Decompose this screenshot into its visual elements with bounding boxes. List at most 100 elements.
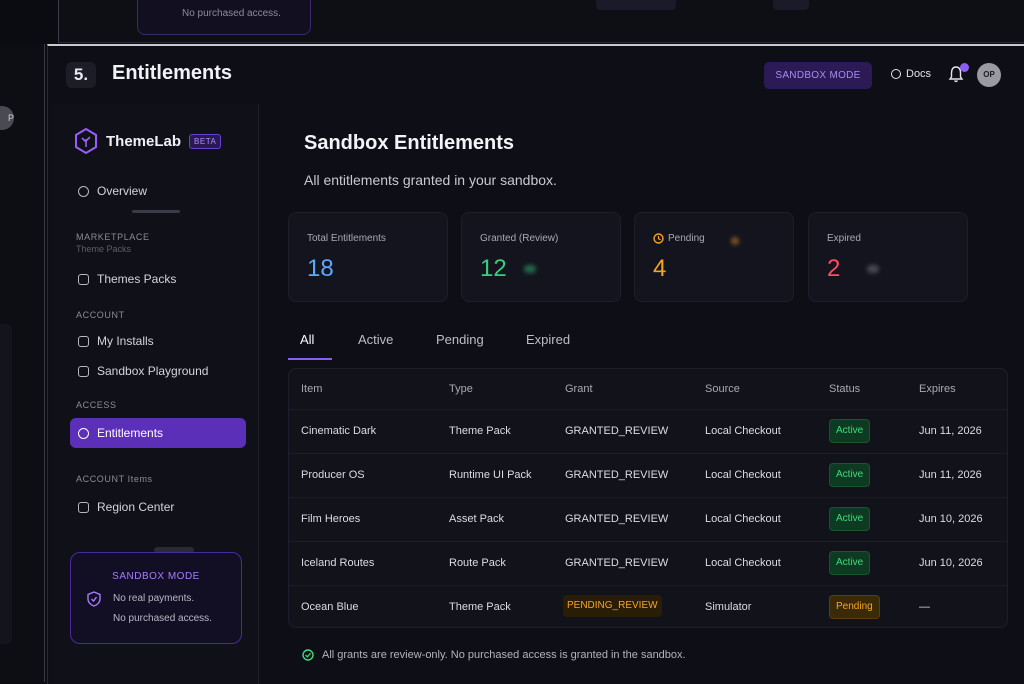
- background-avatar: P: [0, 106, 14, 130]
- cell-type: Route Pack: [449, 557, 506, 569]
- clock-icon: [653, 233, 664, 244]
- page-subtitle: All entitlements granted in your sandbox…: [304, 172, 557, 188]
- cell-expires: Jun 11, 2026: [919, 425, 982, 437]
- sidebar-item-label: Entitlements: [97, 426, 164, 440]
- docs-icon: [891, 69, 901, 79]
- stat-glow: [524, 265, 536, 273]
- stat-value: 4: [653, 255, 667, 282]
- section-account: ACCOUNT: [76, 310, 125, 320]
- background-sandbox-card: No purchased access.: [137, 0, 311, 35]
- sidebar-item-region-center[interactable]: Region Center: [70, 492, 246, 522]
- stat-card-granted: Granted (Review) 12: [461, 212, 621, 302]
- table-row[interactable]: Iceland Routes Route Pack GRANTED_REVIEW…: [289, 541, 1007, 586]
- sidebar-item-label: Themes Packs: [97, 272, 177, 286]
- cell-item: Cinematic Dark: [301, 425, 377, 437]
- sidebar-item-overview[interactable]: Overview: [70, 176, 246, 206]
- play-icon: [78, 365, 89, 377]
- check-circle-icon: [302, 649, 314, 661]
- cell-source: Local Checkout: [705, 557, 781, 569]
- table-row[interactable]: Ocean Blue Theme Pack PENDING_REVIEW Sim…: [289, 585, 1007, 627]
- cell-expires: Jun 10, 2026: [919, 513, 983, 525]
- stat-card-total: Total Entitlements 18: [288, 212, 448, 302]
- docs-link[interactable]: Docs: [891, 68, 931, 80]
- column-header: Status: [829, 383, 861, 395]
- stat-card-pending: Pending 4: [634, 212, 794, 302]
- settings-icon: [78, 501, 89, 513]
- cell-item: Film Heroes: [301, 513, 361, 525]
- active-tab-indicator: [288, 358, 332, 360]
- background-window-top: No purchased access.: [58, 0, 1024, 43]
- sandbox-mode-badge: SANDBOX MODE: [764, 62, 872, 89]
- tab-pending[interactable]: Pending: [436, 332, 484, 347]
- sidebar-item-label: My Installs: [97, 334, 154, 348]
- stat-label: Expired: [827, 233, 861, 244]
- home-icon: [78, 185, 89, 197]
- table-row[interactable]: Producer OS Runtime UI Pack GRANTED_REVI…: [289, 453, 1007, 498]
- column-header: Type: [449, 383, 473, 395]
- user-avatar[interactable]: OP: [977, 63, 1001, 87]
- download-icon: [78, 335, 89, 347]
- cell-type: Asset Pack: [449, 513, 505, 525]
- section-account-items: ACCOUNT Items: [76, 474, 153, 484]
- cell-item: Producer OS: [301, 469, 365, 481]
- sidebar-item-sandbox-playground[interactable]: Sandbox Playground: [70, 356, 246, 386]
- table-row[interactable]: Film Heroes Asset Pack GRANTED_REVIEW Lo…: [289, 497, 1007, 542]
- stat-label: Granted (Review): [480, 233, 559, 244]
- background-pill: [773, 0, 809, 10]
- stat-value: 12: [480, 255, 507, 282]
- cell-item: Ocean Blue: [301, 601, 359, 613]
- tab-active[interactable]: Active: [358, 332, 393, 347]
- tab-all[interactable]: All: [300, 332, 314, 347]
- stat-glow: [731, 237, 739, 245]
- status-badge: Active: [829, 463, 871, 487]
- cell-source: Simulator: [705, 601, 752, 613]
- cell-grant: GRANTED_REVIEW: [565, 425, 669, 437]
- status-badge: Pending: [829, 595, 880, 619]
- sidebar-item-theme-packs[interactable]: Themes Packs: [70, 264, 246, 294]
- notice-text: All grants are review-only. No purchased…: [322, 649, 686, 661]
- app-window: 5. Entitlements SANDBOX MODE Docs OP The…: [47, 44, 1024, 684]
- tab-expired[interactable]: Expired: [526, 332, 570, 347]
- cell-type: Theme Pack: [449, 601, 511, 613]
- column-header: Grant: [565, 383, 593, 395]
- sidebar-item-label: Overview: [97, 184, 148, 198]
- stat-label: Total Entitlements: [307, 233, 386, 244]
- sidebar-item-label: Sandbox Playground: [97, 364, 209, 378]
- column-header: Source: [705, 383, 740, 395]
- cell-type: Theme Pack: [449, 425, 511, 437]
- sandbox-card-title: SANDBOX MODE: [112, 571, 200, 582]
- cell-type: Runtime UI Pack: [449, 469, 532, 481]
- stat-label-text: Pending: [668, 233, 705, 244]
- section-ghost-text: Theme Packs: [76, 244, 132, 254]
- stat-glow: [867, 265, 879, 273]
- brand-name: ThemeLab: [106, 132, 182, 150]
- section-access: ACCESS: [76, 400, 117, 410]
- table-row[interactable]: Cinematic Dark Theme Pack GRANTED_REVIEW…: [289, 409, 1007, 454]
- divider: [132, 210, 180, 213]
- stat-value: 18: [307, 255, 334, 282]
- status-badge: Active: [829, 419, 871, 443]
- section-marketplace: MARKETPLACE: [76, 232, 150, 242]
- beta-badge: BETA: [189, 133, 222, 149]
- sidebar-item-my-installs[interactable]: My Installs: [70, 326, 246, 356]
- stat-value: 2: [827, 255, 841, 282]
- background-window-left: P: [0, 44, 45, 682]
- sidebar-item-entitlements[interactable]: Entitlements: [70, 418, 246, 448]
- key-icon: [78, 427, 89, 439]
- main-content: Sandbox Entitlements All entitlements gr…: [278, 104, 1008, 684]
- cell-grant: GRANTED_REVIEW: [565, 557, 669, 569]
- filter-tabs: All Active Pending Expired: [288, 326, 998, 360]
- cell-expires: —: [919, 601, 930, 613]
- background-panel-edge: [0, 324, 12, 644]
- sidebar-item-label: Region Center: [97, 500, 175, 514]
- stat-card-expired: Expired 2: [808, 212, 968, 302]
- brand[interactable]: ThemeLab BETA: [74, 128, 222, 154]
- cell-grant: PENDING_REVIEW: [563, 595, 662, 617]
- step-number: 5.: [66, 62, 96, 88]
- shield-icon: [87, 591, 101, 607]
- column-header: Expires: [919, 383, 956, 395]
- cell-item: Iceland Routes: [301, 557, 375, 569]
- background-pill: [596, 0, 676, 10]
- cell-grant: GRANTED_REVIEW: [565, 513, 669, 525]
- cell-grant: GRANTED_REVIEW: [565, 469, 669, 481]
